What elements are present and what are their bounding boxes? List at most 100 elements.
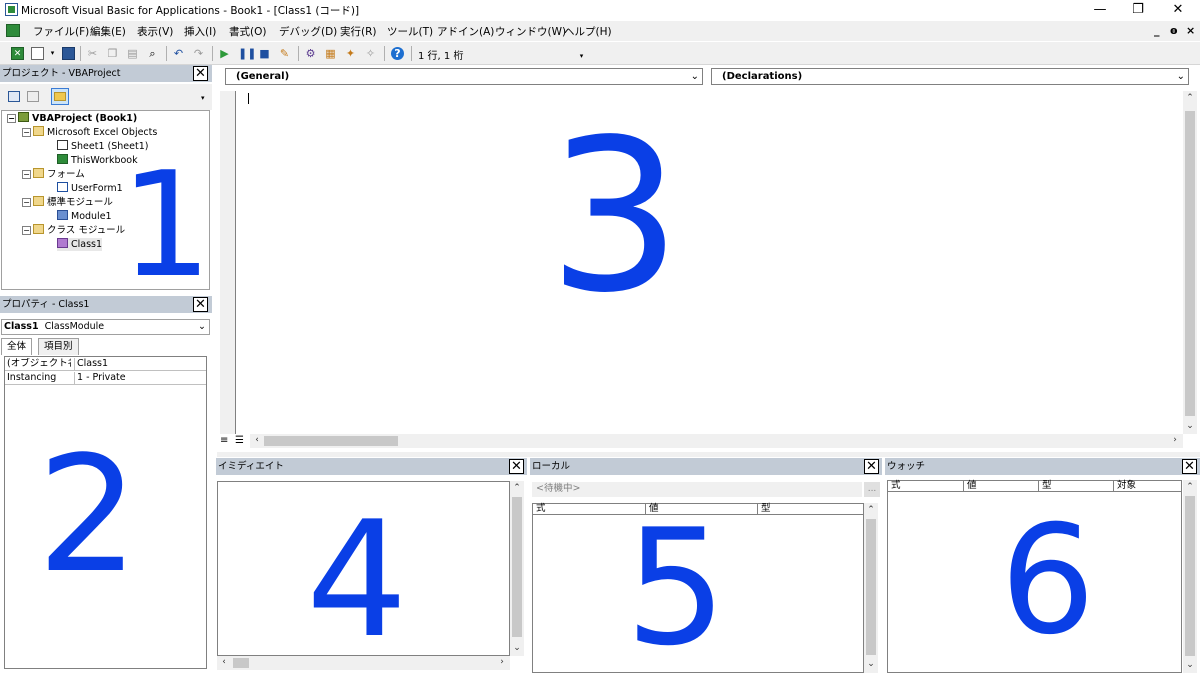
tree-node-module1[interactable]: Module1 [57, 210, 112, 223]
scrollbar-thumb[interactable] [512, 497, 522, 637]
toolbar-options-icon[interactable]: ▾ [575, 50, 588, 63]
object-browser-icon[interactable]: ✦ [344, 47, 357, 60]
scroll-up-icon[interactable]: ⌃ [1183, 93, 1197, 103]
code-vertical-scrollbar[interactable]: ⌃ ⌄ [1183, 91, 1197, 434]
menu-run[interactable]: 実行(R) [340, 24, 377, 39]
full-module-view-icon[interactable]: ☰ [235, 435, 249, 447]
properties-window-icon[interactable]: ▦ [324, 47, 337, 60]
column-value[interactable]: 値 [963, 481, 977, 491]
save-icon[interactable] [62, 47, 75, 60]
view-object-icon[interactable] [27, 91, 39, 102]
restore-button[interactable]: ❐ [1118, 0, 1158, 20]
splitter[interactable] [217, 452, 1200, 457]
watch-close-icon[interactable]: ✕ [1182, 459, 1197, 474]
project-explorer-icon[interactable]: ⚙ [304, 47, 317, 60]
mdi-minimize-button[interactable]: _ [1154, 24, 1160, 37]
scrollbar-thumb[interactable] [1185, 111, 1195, 416]
menu-insert[interactable]: 挿入(I) [184, 24, 216, 39]
tree-node-forms[interactable]: − フォーム [22, 168, 85, 181]
scroll-right-icon[interactable]: › [495, 657, 509, 667]
scroll-down-icon[interactable]: ⌄ [510, 643, 524, 653]
minimize-button[interactable]: — [1080, 0, 1120, 20]
watch-vertical-scrollbar[interactable]: ⌃ ⌄ [1183, 480, 1197, 673]
collapse-icon[interactable]: − [22, 198, 31, 207]
immediate-vertical-scrollbar[interactable]: ⌃ ⌄ [510, 481, 524, 656]
break-icon[interactable]: ❚❚ [238, 47, 256, 60]
tab-all[interactable]: 全体 [1, 338, 33, 355]
scroll-up-icon[interactable]: ⌃ [864, 505, 878, 515]
copy-icon[interactable]: ❐ [106, 47, 119, 60]
collapse-icon[interactable]: − [22, 128, 31, 137]
property-row[interactable]: Instancing 1 - Private [5, 372, 206, 385]
run-icon[interactable]: ▶ [218, 47, 231, 60]
scroll-left-icon[interactable]: ‹ [217, 657, 231, 667]
object-combo[interactable]: (General) ⌄ [225, 68, 703, 85]
tree-node-class-modules[interactable]: − クラス モジュール [22, 224, 125, 237]
reset-icon[interactable]: ■ [258, 47, 271, 60]
scroll-up-icon[interactable]: ⌃ [510, 483, 524, 493]
scrollbar-thumb[interactable] [233, 658, 249, 668]
code-editor[interactable] [237, 91, 1182, 434]
tree-node-class1[interactable]: Class1 [57, 238, 103, 251]
scroll-right-icon[interactable]: › [1168, 435, 1182, 445]
column-context[interactable]: 対象 [1113, 481, 1136, 491]
mdi-close-button[interactable]: × [1186, 24, 1195, 37]
insert-userform-icon[interactable] [31, 47, 44, 60]
menu-window[interactable]: ウィンドウ(W) [495, 24, 566, 39]
property-row[interactable]: (オブジェクト名) Class1 [5, 358, 206, 371]
mdi-restore-button[interactable]: ɵ [1170, 24, 1178, 37]
menu-edit[interactable]: 編集(E) [90, 24, 126, 39]
call-stack-button[interactable]: ... [864, 482, 880, 497]
find-icon[interactable]: ⌕ [146, 47, 159, 60]
menu-debug[interactable]: デバッグ(D) [279, 24, 337, 39]
dropdown-arrow-icon[interactable]: ▾ [46, 47, 59, 60]
help-icon[interactable]: ? [391, 47, 404, 60]
excel-view-icon[interactable]: ✕ [11, 47, 24, 60]
procedure-combo[interactable]: (Declarations) ⌄ [711, 68, 1189, 85]
collapse-icon[interactable]: − [22, 170, 31, 179]
column-expression[interactable]: 式 [533, 504, 546, 514]
collapse-icon[interactable]: − [22, 226, 31, 235]
vba-menu-icon[interactable] [6, 24, 20, 37]
scroll-down-icon[interactable]: ⌄ [864, 659, 878, 669]
immediate-close-icon[interactable]: ✕ [509, 459, 524, 474]
tab-category[interactable]: 項目別 [38, 338, 79, 355]
scrollbar-thumb[interactable] [264, 436, 398, 446]
tree-node-vbaproject[interactable]: − VBAProject (Book1) [7, 112, 137, 125]
column-type[interactable]: 型 [1038, 481, 1052, 491]
code-horizontal-scrollbar[interactable]: ‹ › [250, 434, 1183, 448]
project-toolbar-dropdown-icon[interactable]: ▾ [201, 94, 205, 102]
redo-icon[interactable]: ↷ [192, 47, 205, 60]
scroll-left-icon[interactable]: ‹ [250, 435, 264, 445]
scrollbar-thumb[interactable] [866, 519, 876, 655]
tree-node-modules[interactable]: − 標準モジュール [22, 196, 113, 209]
close-button[interactable]: ✕ [1158, 0, 1198, 20]
tree-node-excel-objects[interactable]: − Microsoft Excel Objects [22, 126, 157, 139]
paste-icon[interactable]: ▤ [126, 47, 139, 60]
undo-icon[interactable]: ↶ [172, 47, 185, 60]
project-close-icon[interactable]: ✕ [193, 66, 208, 81]
scroll-up-icon[interactable]: ⌃ [1183, 482, 1197, 492]
toolbox-icon[interactable]: ✧ [364, 47, 377, 60]
menu-view[interactable]: 表示(V) [137, 24, 173, 39]
scrollbar-thumb[interactable] [1185, 496, 1195, 656]
menu-help[interactable]: ヘルプ(H) [564, 24, 612, 39]
properties-object-combo[interactable]: Class1 ClassModule ⌄ [1, 319, 210, 335]
menu-format[interactable]: 書式(O) [229, 24, 266, 39]
cut-icon[interactable]: ✂ [86, 47, 99, 60]
column-type[interactable]: 型 [757, 504, 771, 514]
locals-close-icon[interactable]: ✕ [864, 459, 879, 474]
column-expression[interactable]: 式 [888, 481, 901, 491]
tree-node-userform1[interactable]: UserForm1 [57, 182, 123, 195]
collapse-icon[interactable]: − [7, 114, 16, 123]
menu-addins[interactable]: アドイン(A) [437, 24, 494, 39]
menu-tools[interactable]: ツール(T) [387, 24, 433, 39]
scroll-down-icon[interactable]: ⌄ [1183, 421, 1197, 431]
properties-close-icon[interactable]: ✕ [193, 297, 208, 312]
procedure-view-icon[interactable]: ≡ [220, 435, 234, 447]
menu-file[interactable]: ファイル(F) [33, 24, 89, 39]
locals-vertical-scrollbar[interactable]: ⌃ ⌄ [864, 503, 878, 673]
design-mode-icon[interactable]: ✎ [278, 47, 291, 60]
view-code-icon[interactable] [8, 91, 20, 102]
scroll-down-icon[interactable]: ⌄ [1183, 660, 1197, 670]
